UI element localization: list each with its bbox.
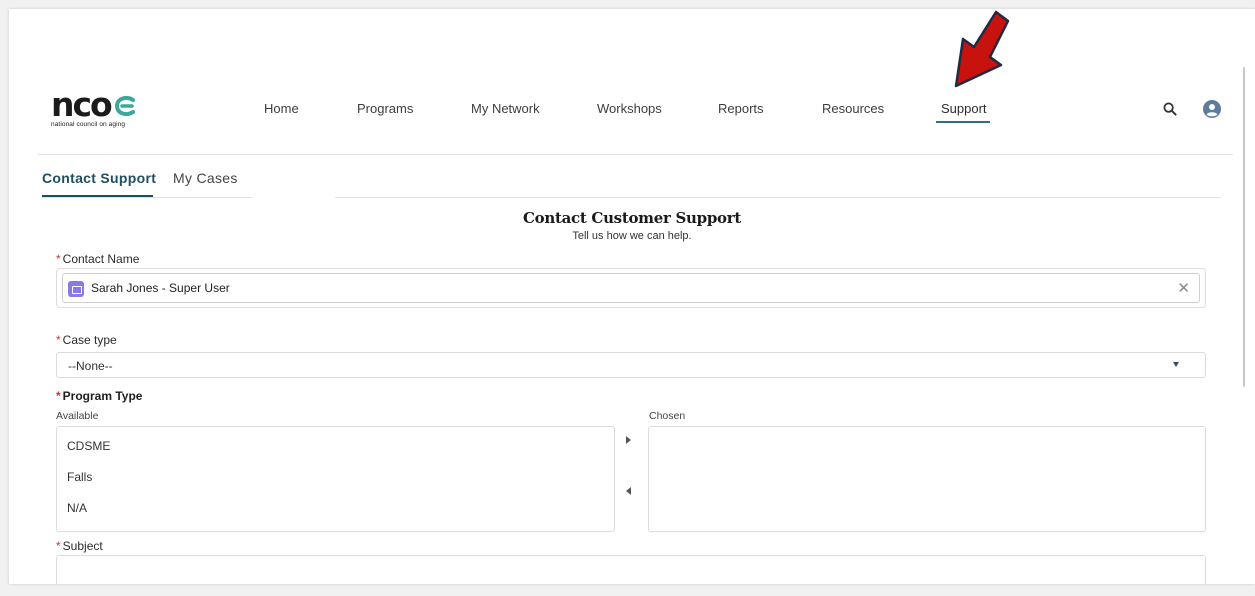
contact-record-icon [68, 281, 84, 297]
required-marker: * [56, 539, 61, 553]
available-listbox[interactable]: CDSME Falls N/A [56, 426, 615, 532]
nav-my-network[interactable]: My Network [471, 101, 540, 116]
list-option-na[interactable]: N/A [67, 501, 87, 515]
form-title: Contact Customer Support [523, 209, 741, 227]
form-subtitle: Tell us how we can help. [572, 230, 692, 242]
contact-name-label-text: Contact Name [62, 252, 140, 266]
chosen-label: Chosen [649, 410, 686, 422]
subject-input[interactable] [56, 555, 1206, 584]
chevron-left-icon [626, 487, 631, 495]
case-type-value: --None-- [68, 359, 113, 373]
subject-label-text: Subject [62, 539, 103, 553]
nav-home[interactable]: Home [264, 101, 299, 116]
tab-my-cases[interactable]: My Cases [173, 170, 238, 186]
required-marker: * [56, 252, 61, 266]
required-marker: * [56, 389, 61, 403]
annotation-arrow-icon [954, 10, 1010, 88]
app-page: nco national council on aging Home Progr… [9, 9, 1255, 584]
contact-name-label: * Contact Name [56, 252, 139, 266]
contact-name-field[interactable]: Sarah Jones - Super User ✕ [62, 273, 1200, 303]
subject-label: * Subject [56, 539, 103, 553]
list-option-falls[interactable]: Falls [67, 470, 92, 484]
search-icon[interactable] [1163, 102, 1177, 116]
contact-name-lookup: Sarah Jones - Super User ✕ [56, 268, 1206, 308]
program-type-label-text: Program Type [62, 389, 143, 403]
tab-divider [42, 197, 252, 198]
nav-workshops[interactable]: Workshops [597, 101, 662, 116]
active-tab-underline [42, 195, 153, 197]
list-option-cdsme[interactable]: CDSME [67, 439, 110, 453]
case-type-label-text: Case type [62, 333, 117, 347]
main-nav: Home Programs My Network Workshops Repor… [38, 69, 1233, 155]
program-type-label: * Program Type [56, 389, 142, 403]
content-divider [335, 197, 1221, 198]
nav-active-underline [936, 121, 990, 123]
chevron-right-icon [626, 436, 631, 444]
nav-programs[interactable]: Programs [357, 101, 413, 116]
chevron-down-icon [1173, 362, 1179, 367]
required-marker: * [56, 333, 61, 347]
clear-icon[interactable]: ✕ [1177, 279, 1190, 297]
user-avatar-icon[interactable] [1203, 100, 1221, 118]
contact-name-value: Sarah Jones - Super User [91, 281, 230, 295]
tab-contact-support[interactable]: Contact Support [42, 170, 156, 186]
site-header: nco national council on aging Home Progr… [38, 69, 1233, 155]
move-left-button[interactable] [622, 484, 636, 498]
case-type-select[interactable]: --None-- [56, 352, 1206, 378]
case-type-label: * Case type [56, 333, 117, 347]
move-right-button[interactable] [622, 433, 636, 447]
nav-resources[interactable]: Resources [822, 101, 884, 116]
nav-reports[interactable]: Reports [718, 101, 764, 116]
page-scrollbar[interactable] [1243, 67, 1245, 387]
chosen-listbox[interactable] [648, 426, 1206, 532]
available-label: Available [56, 410, 99, 422]
